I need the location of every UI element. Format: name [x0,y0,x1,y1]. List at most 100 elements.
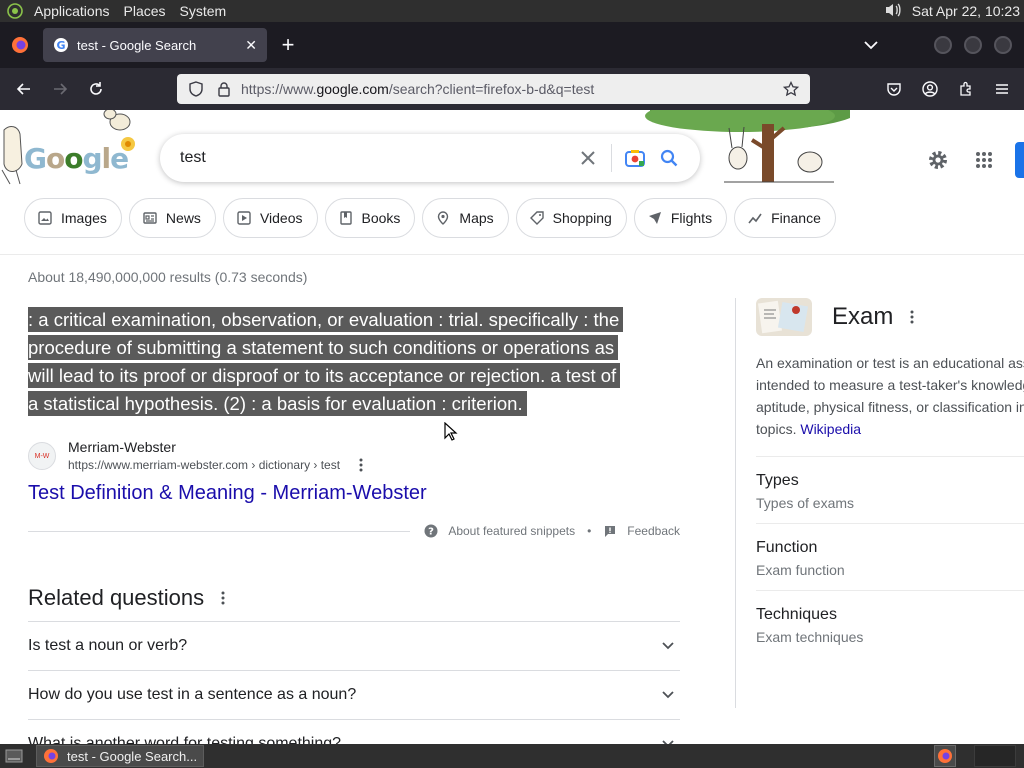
chip-books[interactable]: Books [324,198,416,238]
related-question-item[interactable]: What is another word for testing somethi… [28,719,680,744]
chip-news[interactable]: News [128,198,216,238]
chip-maps[interactable]: Maps [422,198,509,238]
url-bar[interactable]: https://www.google.com/search?client=fir… [177,74,810,104]
window-close-button[interactable] [994,36,1012,54]
firefox-launcher-icon[interactable] [934,745,956,767]
snippet-result-link[interactable]: Test Definition & Meaning - Merriam-Webs… [28,482,427,505]
knowledge-panel-description: An examination or test is an educational… [756,355,1024,437]
show-desktop-icon[interactable] [2,746,26,766]
chip-finance[interactable]: Finance [734,198,836,238]
url-text[interactable]: https://www.google.com/search?client=fir… [241,81,780,97]
source-url: https://www.merriam-webster.com › dictio… [68,458,341,472]
search-filter-chips: Images News Videos Books Maps Shopping F… [24,198,836,238]
chevron-down-icon [656,634,680,658]
volume-icon[interactable] [884,2,902,21]
kp-row-types[interactable]: Types Types of exams [756,456,1024,523]
forward-arrow-icon[interactable] [44,73,76,105]
window-maximize-button[interactable] [964,36,982,54]
mouse-cursor-icon [444,422,458,441]
svg-text:?: ? [428,527,434,538]
chip-flights[interactable]: Flights [633,198,728,238]
clear-search-icon[interactable] [571,141,605,175]
pocket-icon[interactable] [878,73,910,105]
workspace-switcher[interactable] [974,745,1016,767]
search-input[interactable]: test [180,149,571,167]
chevron-down-icon [656,683,680,707]
more-options-vertical-dots-icon[interactable] [356,456,366,474]
knowledge-panel-title: Exam [832,303,917,331]
tab-google-search[interactable]: G test - Google Search ✕ [43,28,267,62]
plane-icon [647,210,663,226]
video-icon [236,210,252,226]
kp-more-vertical-dots-icon[interactable] [907,308,917,326]
chip-shopping[interactable]: Shopping [515,198,627,238]
source-name: Merriam-Webster [68,439,176,455]
header-divider [0,254,1024,255]
account-icon[interactable] [914,73,946,105]
reload-icon[interactable] [80,73,112,105]
book-icon [338,210,354,226]
chevron-down-icon [656,732,680,744]
feedback-icon [603,524,617,538]
menu-applications[interactable]: Applications [34,3,110,19]
chip-images[interactable]: Images [24,198,122,238]
result-stats: About 18,490,000,000 results (0.73 secon… [28,269,308,285]
back-arrow-icon[interactable] [8,73,40,105]
tracking-shield-icon[interactable] [185,78,207,100]
map-pin-icon [435,210,451,226]
list-all-tabs-chevron-icon[interactable] [856,30,886,60]
svg-text:G: G [56,39,65,52]
google-favicon-icon: G [53,37,69,53]
sign-in-button[interactable] [1015,142,1024,178]
related-questions-heading: Related questions [28,585,228,611]
bookmark-star-icon[interactable] [780,78,802,100]
related-question-item[interactable]: How do you use test in a sentence as a n… [28,670,680,719]
footer-separator: • [587,524,592,538]
taskbar-window-firefox[interactable]: test - Google Search... [36,745,204,767]
hamburger-menu-icon[interactable] [986,73,1018,105]
exam-thumbnail-image[interactable] [756,298,812,336]
chip-videos[interactable]: Videos [222,198,318,238]
clock[interactable]: Sat Apr 22, 10:23 [912,3,1020,19]
new-tab-button[interactable]: + [273,30,303,60]
tab-close-icon[interactable]: ✕ [245,37,257,54]
extensions-icon[interactable] [950,73,982,105]
system-top-panel: Applications Places System Sat Apr 22, 1… [0,0,1024,22]
search-icon[interactable] [652,141,686,175]
firefox-menu-icon[interactable] [5,30,35,60]
firefox-taskbar-icon [43,748,59,764]
feedback-link[interactable]: Feedback [603,524,680,538]
tag-icon [529,210,545,226]
related-more-vertical-dots-icon[interactable] [218,589,228,607]
image-icon [37,210,53,226]
browser-nav-bar: https://www.google.com/search?client=fir… [0,68,1024,110]
kp-row-techniques[interactable]: Techniques Exam techniques [756,590,1024,657]
snippet-footer-divider [28,530,411,532]
wikipedia-link[interactable]: Wikipedia [800,421,861,437]
merriam-webster-favicon-icon: M-W [28,442,56,470]
tab-title: test - Google Search [77,37,197,53]
related-question-item[interactable]: Is test a noun or verb? [28,621,680,670]
finance-icon [747,210,763,226]
knowledge-panel-divider [735,298,736,708]
snippet-footer: ? About featured snippets • Feedback [28,520,680,542]
browser-tab-strip: G test - Google Search ✕ + [0,22,1024,68]
camera-lens-icon[interactable] [618,141,652,175]
news-icon [142,210,158,226]
window-minimize-button[interactable] [934,36,952,54]
bottom-taskbar: test - Google Search... [0,744,1024,768]
settings-gear-icon[interactable] [924,146,952,174]
kp-row-function[interactable]: Function Exam function [756,523,1024,590]
featured-snippet-text: : a critical examination, observation, o… [28,306,678,418]
menu-places[interactable]: Places [124,3,166,19]
distro-logo-icon[interactable] [4,0,26,22]
about-featured-snippets-link[interactable]: ? About featured snippets [424,524,575,538]
help-circle-icon: ? [424,524,438,538]
search-box[interactable]: test [160,134,700,182]
google-results-page: Google test Images News Videos Books Map… [0,110,1024,744]
google-apps-grid-icon[interactable] [970,146,998,174]
lock-icon[interactable] [213,78,235,100]
snippet-source[interactable]: M-W Merriam-Webster https://www.merriam-… [28,438,408,474]
menu-system[interactable]: System [180,3,227,19]
google-doodle-logo[interactable]: Google [24,142,129,175]
